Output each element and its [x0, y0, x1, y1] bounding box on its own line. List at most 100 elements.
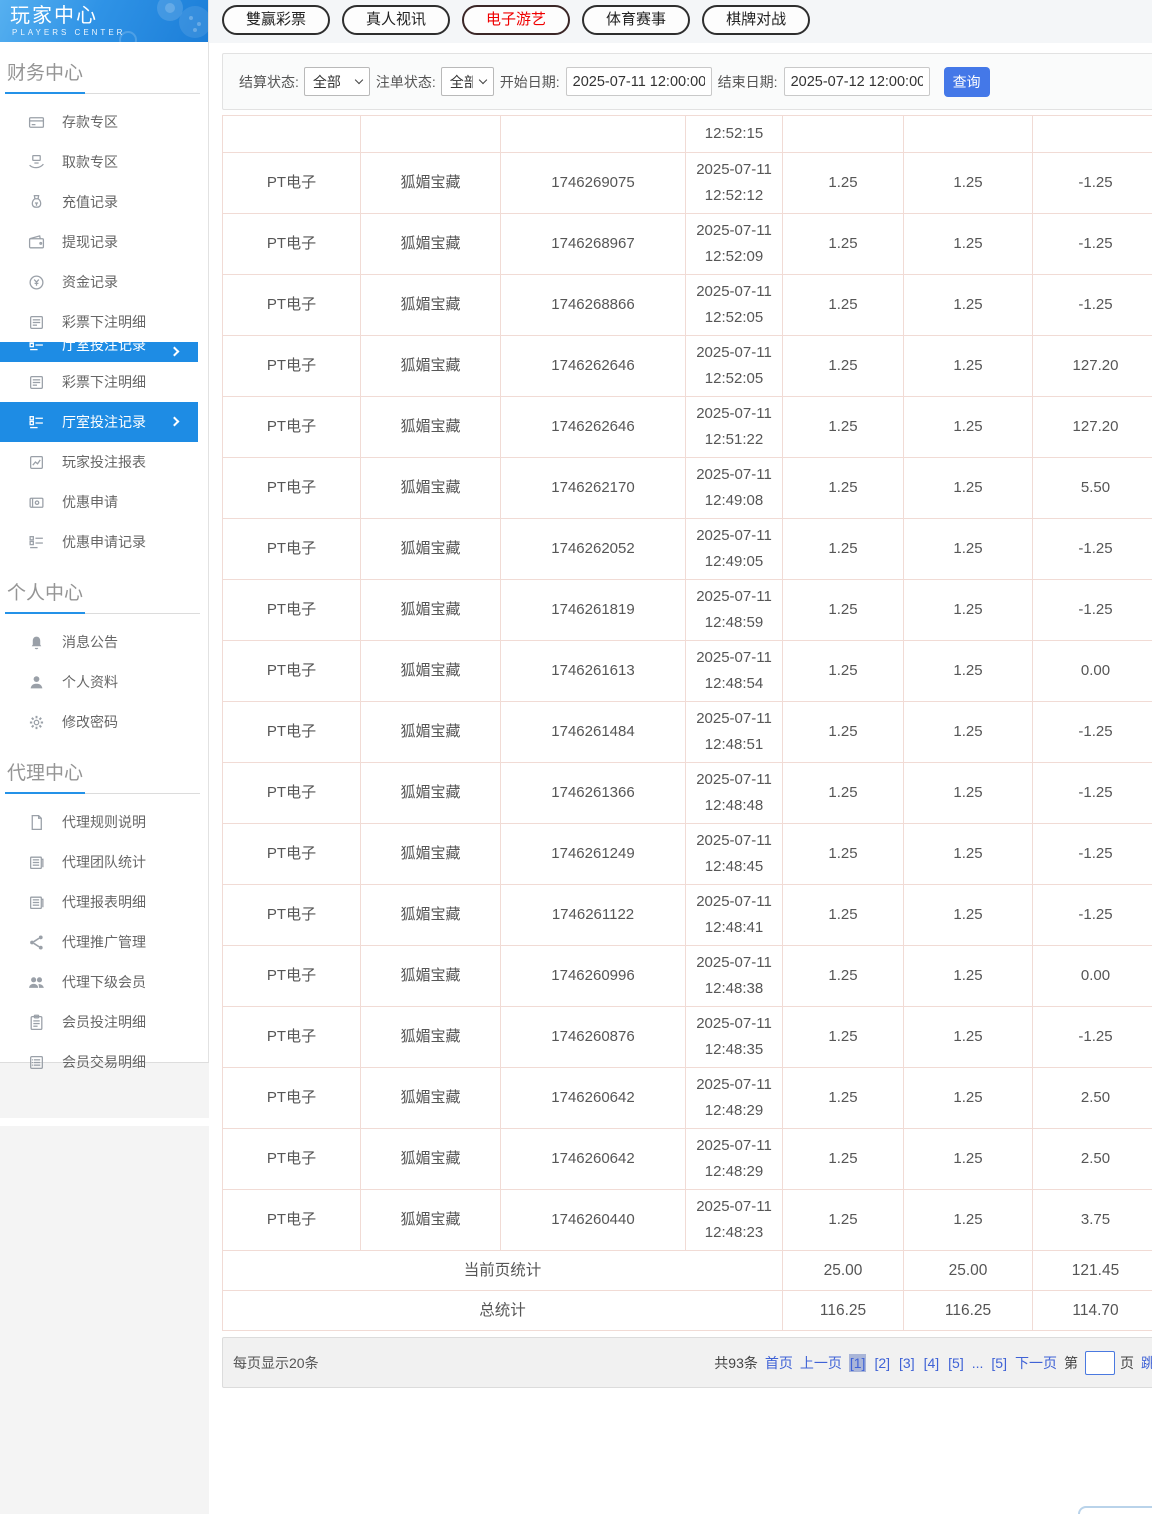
end-date-input[interactable] — [783, 67, 930, 96]
sidebar-item-label: 厅室投注记录 — [62, 342, 146, 353]
floating-widget[interactable] — [1078, 1506, 1152, 1514]
sidebar-item-2-1[interactable]: 代理团队统计 — [0, 842, 208, 882]
cell-order-no: 1746261819 — [500, 579, 686, 641]
cell-win-loss: -1.25 — [1032, 823, 1152, 885]
coupon-list-icon — [29, 535, 43, 548]
query-button[interactable]: 查询 — [943, 66, 990, 97]
settle-status-select[interactable]: 全部 — [303, 67, 370, 96]
cell-game-type: PT电子 — [222, 396, 361, 458]
sidebar-item-0-7[interactable]: 彩票下注明细 — [0, 362, 208, 402]
sidebar-item-2-5[interactable]: 会员投注明细 — [0, 1002, 208, 1042]
sidebar-item-0-3[interactable]: 提现记录 — [0, 222, 208, 262]
tab-0[interactable]: 雙赢彩票 — [222, 5, 331, 35]
sidebar-item-0-0[interactable]: 存款专区 — [0, 102, 208, 142]
sidebar-item-label: 优惠申请 — [62, 494, 118, 510]
pagination-bar: 每页显示20条 共93条 首页 上一页 [1] [2] [3] [4] [5]... [5] 下一… — [222, 1337, 1152, 1388]
sidebar-item-0-6[interactable]: 厅室投注记录 — [0, 342, 198, 362]
sidebar-item-1-1[interactable]: 个人资料 — [0, 662, 208, 702]
sidebar-item-0-10[interactable]: 优惠申请 — [0, 482, 208, 522]
sidebar-item-2-4[interactable]: 代理下级会员 — [0, 962, 208, 1002]
cell-game-name: 狐媚宝藏 — [360, 640, 501, 702]
list-icon — [30, 315, 43, 329]
sidebar-item-0-11[interactable]: 优惠申请记录 — [0, 522, 208, 562]
bell-icon — [31, 636, 42, 649]
cell-time: 2025-07-11 12:51:22 — [685, 396, 783, 458]
pagination-first[interactable]: 首页 — [765, 1353, 793, 1373]
sidebar-item-label: 代理报表明细 — [62, 894, 146, 910]
tab-1[interactable]: 真人视讯 — [342, 5, 451, 35]
sidebar-item-1-0[interactable]: 消息公告 — [0, 622, 208, 662]
cell-order-no: 1746262646 — [500, 396, 686, 458]
cell-game-type: PT电子 — [222, 1067, 361, 1129]
tab-3[interactable]: 体育赛事 — [582, 5, 691, 35]
people-icon — [29, 976, 44, 988]
cell-bet-amount: 1.25 — [782, 884, 904, 946]
list-icon — [30, 375, 43, 389]
game-category-tabs: 雙赢彩票 真人视讯 电子游艺 体育赛事 棋牌对战 — [209, 0, 1152, 43]
left-column-divider — [0, 1118, 209, 1126]
pagination-page-2[interactable]: [2] — [873, 1354, 891, 1372]
cell-time: 2025-07-11 12:48:54 — [685, 640, 783, 702]
sidebar-item-label: 彩票下注明细 — [62, 314, 146, 330]
sidebar-item-2-6[interactable]: 会员交易明细 — [0, 1042, 208, 1082]
news-icon — [30, 856, 44, 869]
cell-game-type: PT电子 — [222, 884, 361, 946]
sidebar-item-2-0[interactable]: 代理规则说明 — [0, 802, 208, 842]
sidebar-item-label: 存款专区 — [62, 114, 118, 130]
cell-order-no: 1746262052 — [500, 518, 686, 580]
pagination-page-4[interactable]: [4] — [923, 1354, 941, 1372]
start-date-input[interactable] — [565, 67, 712, 96]
sidebar-item-label: 优惠申请记录 — [62, 534, 146, 550]
pagination-page-5[interactable]: [5] — [947, 1354, 965, 1372]
sidebar-item-label: 厅室投注记录 — [62, 414, 146, 430]
sidebar-section-title-0: 财务中心 — [5, 42, 200, 94]
cell-bet-amount: 1.25 — [782, 396, 904, 458]
cell-time: 2025-07-11 12:48:29 — [685, 1128, 783, 1190]
tab-2[interactable]: 电子游艺 — [462, 5, 571, 35]
pagination-page-last[interactable]: [5] — [990, 1354, 1008, 1372]
coupon-icon — [29, 497, 44, 508]
doc-icon — [31, 814, 42, 830]
cell-bet-amount: 1.25 — [782, 1189, 904, 1251]
pagination-ellipsis[interactable]: ... — [972, 1355, 984, 1371]
cell-game-name: 狐媚宝藏 — [360, 335, 501, 397]
cell-valid-amount: 1.25 — [903, 457, 1033, 519]
table-row: PT电子 狐媚宝藏 1746260642 2025-07-11 12:48:29 1.25… — [222, 1067, 1152, 1129]
table-row: PT电子 狐媚宝藏 1746261819 2025-07-11 12:48:59 1.25… — [222, 579, 1152, 641]
sidebar-item-0-2[interactable]: 充值记录 — [0, 182, 208, 222]
cell-order-no: 1746261613 — [500, 640, 686, 702]
pagination-next[interactable]: 下一页 — [1015, 1353, 1057, 1373]
cell-time: 2025-07-11 12:52:12 — [685, 152, 783, 214]
sidebar-item-0-8[interactable]: 厅室投注记录 — [0, 402, 198, 442]
table-row-partial: 12:52:15 — [222, 115, 1152, 153]
sidebar-item-0-4[interactable]: 资金记录 — [0, 262, 208, 302]
pagination-page-1[interactable]: [1] — [848, 1353, 867, 1372]
news-icon — [30, 896, 44, 909]
cell-win-loss: 0.00 — [1032, 945, 1152, 1007]
cell-game-name: 狐媚宝藏 — [360, 1189, 501, 1251]
cell-bet-amount: 1.25 — [782, 152, 904, 214]
sidebar-item-0-9[interactable]: 玩家投注报表 — [0, 442, 208, 482]
order-status-select[interactable]: 全部 — [440, 67, 494, 96]
hall-icon — [29, 342, 43, 351]
sidebar-item-1-2[interactable]: 修改密码 — [0, 702, 208, 742]
pagination-jump-button[interactable]: 跳转 — [1141, 1353, 1152, 1373]
sidebar-item-label: 代理推广管理 — [62, 934, 146, 950]
cell-bet-amount: 1.25 — [782, 335, 904, 397]
sidebar-item-2-2[interactable]: 代理报表明细 — [0, 882, 208, 922]
cell-time: 2025-07-11 12:48:48 — [685, 762, 783, 824]
cell-order-no: 1746262170 — [500, 457, 686, 519]
sidebar-item-2-3[interactable]: 代理推广管理 — [0, 922, 208, 962]
pagination-prev[interactable]: 上一页 — [800, 1353, 842, 1373]
summary-value: 25.00 — [782, 1250, 904, 1291]
pagination-page-3[interactable]: [3] — [898, 1354, 916, 1372]
sidebar-item-0-5[interactable]: 彩票下注明细 — [0, 302, 208, 342]
pagination-jump-input[interactable] — [1085, 1350, 1115, 1375]
cell-time: 2025-07-11 12:52:05 — [685, 335, 783, 397]
cell-bet-amount: 1.25 — [782, 457, 904, 519]
cell-game-name: 狐媚宝藏 — [360, 396, 501, 458]
cell-game-type: PT电子 — [222, 823, 361, 885]
sidebar-item-0-1[interactable]: 取款专区 — [0, 142, 208, 182]
tab-4[interactable]: 棋牌对战 — [702, 5, 811, 35]
cell-bet-amount: 1.25 — [782, 640, 904, 702]
